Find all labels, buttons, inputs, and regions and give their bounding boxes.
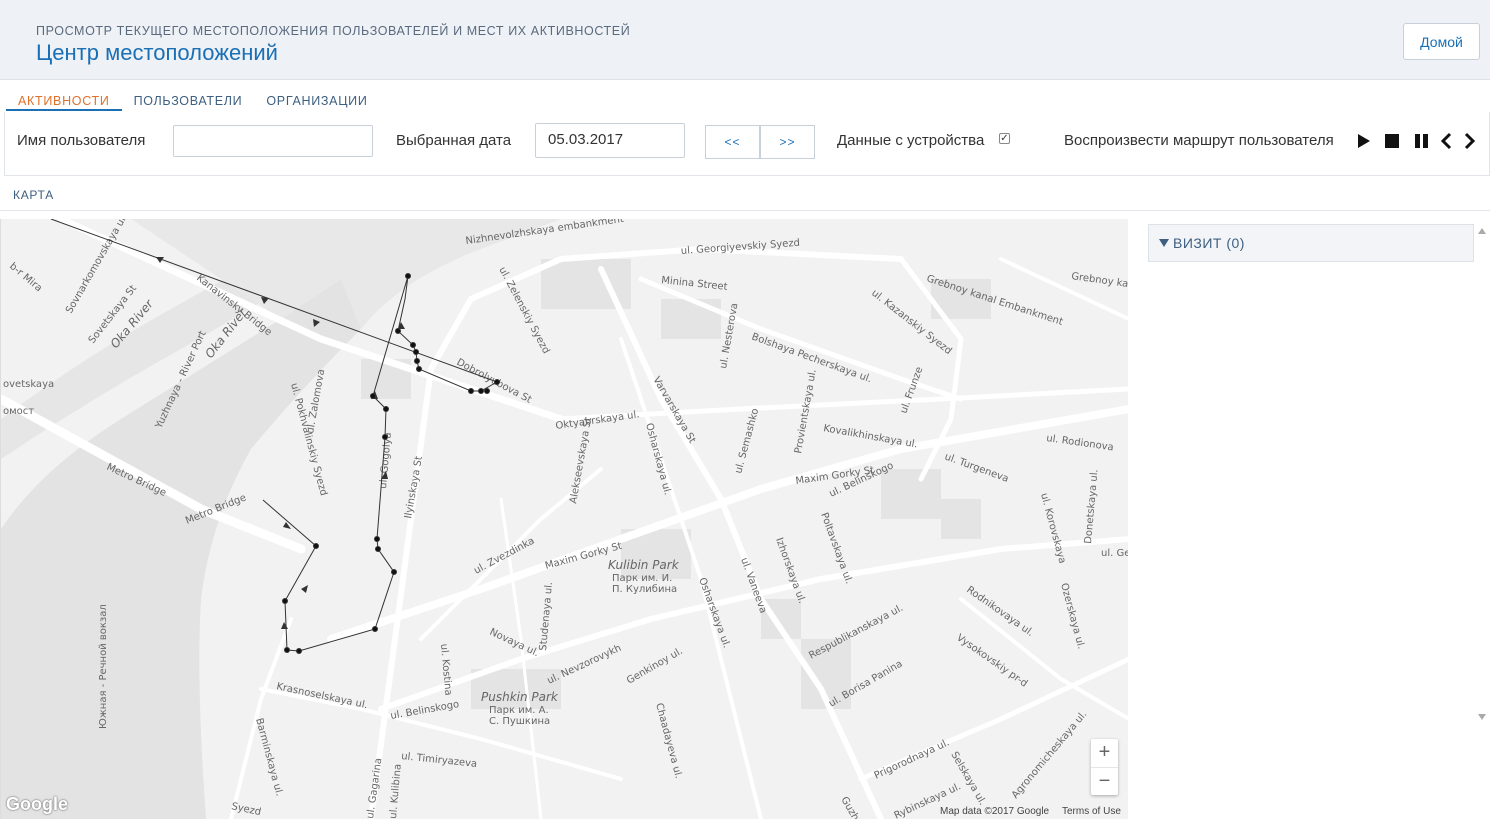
caret-down-icon — [1159, 239, 1169, 247]
svg-text:Provientskaya ul.: Provientskaya ul. — [793, 368, 819, 454]
svg-text:Grebnoy kanal: Grebnoy kanal — [1071, 271, 1128, 292]
visit-panel-header[interactable]: ВИЗИТ (0) — [1148, 224, 1474, 262]
svg-text:Vysokovskiy pr-d: Vysokovskiy pr-d — [954, 632, 1029, 689]
step-back-icon[interactable] — [1437, 131, 1457, 151]
page-header: ПРОСМОТР ТЕКУЩЕГО МЕСТОПОЛОЖЕНИЯ ПОЛЬЗОВ… — [0, 0, 1490, 80]
svg-text:ovetskaya: ovetskaya — [3, 379, 54, 390]
date-label: Выбранная дата — [396, 132, 512, 149]
river-area — [1, 279, 361, 819]
svg-text:С. Пушкина: С. Пушкина — [489, 716, 550, 727]
next-date-button[interactable]: >> — [760, 125, 815, 159]
home-button[interactable]: Домой — [1403, 23, 1480, 60]
map-view[interactable]: Nizhnevolzhskaya embankment ul. Georgiye… — [0, 219, 1128, 819]
scroll-down-icon[interactable] — [1478, 714, 1486, 720]
svg-text:Barminskaya ul.: Barminskaya ul. — [253, 717, 284, 797]
play-icon[interactable] — [1353, 131, 1373, 151]
tab-activities[interactable]: АКТИВНОСТИ — [6, 91, 122, 111]
svg-text:Oktyabrskaya ul.: Oktyabrskaya ul. — [555, 409, 640, 432]
svg-text:Ozerskaya ul.: Ozerskaya ul. — [1058, 582, 1086, 650]
svg-text:омост: омост — [3, 406, 34, 417]
svg-text:ul. Frunze: ul. Frunze — [898, 366, 925, 416]
svg-text:ul. Pokhvalinskiy Syezd: ul. Pokhvalinskiy Syezd — [288, 382, 329, 497]
svg-text:ul. Kulibina: ul. Kulibina — [388, 763, 404, 819]
stop-icon[interactable] — [1382, 131, 1402, 151]
map-canvas: Nizhnevolzhskaya embankment ul. Georgiye… — [1, 219, 1128, 819]
device-data-label: Данные с устройства — [837, 132, 985, 149]
svg-text:Южная - Речной вокзал: Южная - Речной вокзал — [98, 604, 109, 729]
svg-text:Pushkin Park: Pushkin Park — [481, 690, 559, 704]
svg-text:Guzhe: Guzhe — [838, 795, 863, 819]
svg-text:Syezd: Syezd — [230, 801, 262, 818]
svg-text:Osharskaya ul.: Osharskaya ul. — [643, 422, 673, 496]
map-zoom-control: + − — [1091, 739, 1118, 795]
visit-panel-title: ВИЗИТ (0) — [1173, 235, 1245, 251]
svg-text:Kulibin Park: Kulibin Park — [608, 558, 680, 572]
terms-link[interactable]: Terms of Use — [1062, 806, 1121, 817]
svg-text:Парк им. А.: Парк им. А. — [489, 705, 549, 716]
side-panel-scrollbar[interactable] — [1475, 224, 1489, 722]
svg-text:Studenaya ul.: Studenaya ul. — [538, 581, 555, 651]
svg-text:ul. Semashko: ul. Semashko — [733, 407, 761, 475]
svg-text:b-r Mira: b-r Mira — [7, 261, 44, 294]
svg-text:Novaya ul.: Novaya ul. — [488, 627, 541, 659]
svg-text:Chaadayeva ul.: Chaadayeva ul. — [653, 702, 684, 780]
page-subtitle: ПРОСМОТР ТЕКУЩЕГО МЕСТОПОЛОЖЕНИЯ ПОЛЬЗОВ… — [36, 24, 631, 38]
svg-text:ul. Turgeneva: ul. Turgeneva — [943, 451, 1010, 484]
svg-text:ul. Gogolya: ul. Gogolya — [378, 432, 394, 489]
prev-date-button[interactable]: << — [705, 125, 760, 159]
username-input[interactable] — [173, 125, 373, 157]
svg-text:Genkinoy ul.: Genkinoy ul. — [625, 646, 685, 687]
svg-text:Prigorodnaya ul.: Prigorodnaya ul. — [873, 737, 952, 781]
tab-users[interactable]: ПОЛЬЗОВАТЕЛИ — [122, 91, 255, 111]
date-input[interactable]: 05.03.2017 — [535, 123, 685, 158]
device-data-checkbox[interactable]: ✓ — [999, 133, 1010, 144]
svg-text:ul. Korovskaya: ul. Korovskaya — [1038, 492, 1067, 565]
svg-text:Agronomicheskaya ul.: Agronomicheskaya ul. — [1010, 709, 1090, 801]
zoom-in-button[interactable]: + — [1091, 739, 1118, 767]
svg-text:ul. Vaneeva: ul. Vaneeva — [738, 556, 768, 615]
page-title: Центр местоположений — [36, 40, 278, 65]
svg-text:ul. Timiryazeva: ul. Timiryazeva — [401, 751, 478, 770]
map-attribution: Map data ©2017 Google — [940, 806, 1050, 817]
username-label: Имя пользователя — [17, 132, 146, 149]
scroll-up-icon[interactable] — [1478, 228, 1486, 234]
svg-text:Selskaya ul.: Selskaya ul. — [948, 750, 987, 807]
svg-text:ul. Ger: ul. Ger — [1101, 548, 1128, 559]
filter-toolbar: Имя пользователя Выбранная дата 05.03.20… — [4, 112, 1490, 176]
map-section-label: КАРТА — [13, 188, 54, 202]
svg-text:ul. Gagarina: ul. Gagarina — [365, 757, 384, 819]
section-divider — [0, 210, 1490, 211]
svg-text:Donetskaya ul.: Donetskaya ul. — [1083, 469, 1100, 544]
pause-icon[interactable] — [1412, 131, 1432, 151]
step-forward-icon[interactable] — [1459, 131, 1479, 151]
svg-text:Парк им. И.: Парк им. И. — [612, 573, 672, 584]
tab-organizations[interactable]: ОРГАНИЗАЦИИ — [254, 91, 379, 111]
tab-bar: АКТИВНОСТИ ПОЛЬЗОВАТЕЛИ ОРГАНИЗАЦИИ — [6, 91, 380, 111]
svg-text:Izhorskaya ul.: Izhorskaya ul. — [773, 536, 807, 605]
svg-text:Ilyinskaya St: Ilyinskaya St — [403, 455, 425, 519]
google-logo: Google — [6, 794, 68, 814]
svg-text:Respublikanskaya ul.: Respublikanskaya ul. — [807, 603, 905, 662]
svg-text:П. Кулибина: П. Кулибина — [612, 584, 677, 595]
svg-text:ul. Rodionova: ul. Rodionova — [1046, 433, 1115, 453]
playback-label: Воспроизвести маршрут пользователя — [1064, 132, 1334, 149]
zoom-out-button[interactable]: − — [1091, 767, 1118, 795]
svg-text:Kovalikhinskaya ul.: Kovalikhinskaya ul. — [822, 423, 918, 450]
